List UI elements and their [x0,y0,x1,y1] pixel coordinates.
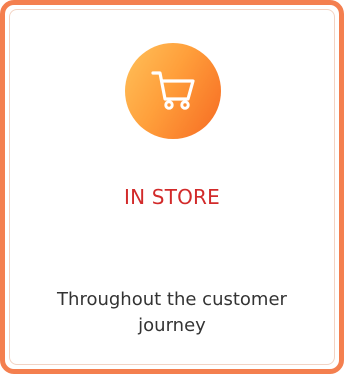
card-title: IN STORE [123,185,220,209]
shopping-cart-icon [145,61,201,121]
in-store-card: IN STORE Throughout the customer journey [0,0,344,374]
card-description: Throughout the customer journey [57,289,287,336]
cart-icon-badge [125,43,221,139]
